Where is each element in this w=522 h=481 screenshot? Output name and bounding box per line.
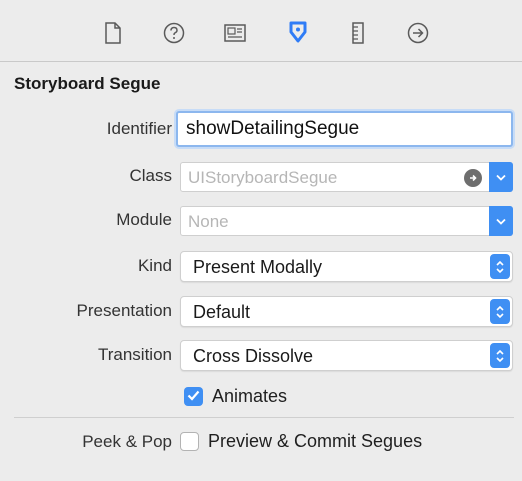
identity-inspector-tab[interactable] bbox=[221, 19, 249, 47]
identifier-label: Identifier bbox=[106, 119, 172, 138]
attributes-icon bbox=[286, 21, 310, 45]
help-icon bbox=[163, 22, 185, 44]
identifier-field[interactable]: showDetailingSegue bbox=[176, 111, 513, 147]
identity-icon bbox=[224, 24, 246, 42]
help-inspector-tab[interactable] bbox=[160, 19, 188, 47]
attributes-inspector-tab[interactable] bbox=[284, 19, 312, 47]
module-combo-box[interactable]: None bbox=[180, 206, 513, 236]
module-placeholder: None bbox=[188, 212, 229, 231]
kind-label: Kind bbox=[137, 256, 172, 275]
file-inspector-tab[interactable] bbox=[99, 19, 127, 47]
presentation-label: Presentation bbox=[76, 301, 172, 320]
module-dropdown-button[interactable] bbox=[489, 206, 513, 236]
size-ruler-icon bbox=[351, 22, 365, 44]
chevron-down-icon bbox=[496, 212, 506, 230]
module-label: Module bbox=[116, 210, 172, 229]
file-icon bbox=[104, 22, 122, 44]
kind-popup-button[interactable]: Present Modally bbox=[180, 251, 513, 282]
transition-popup-button[interactable]: Cross Dissolve bbox=[180, 340, 513, 371]
animates-label: Animates bbox=[212, 386, 288, 406]
transition-label: Transition bbox=[97, 345, 172, 364]
animates-checkbox-row[interactable]: Animates bbox=[184, 386, 287, 407]
presentation-value: Default bbox=[193, 302, 251, 322]
peek-pop-label: Peek & Pop bbox=[82, 432, 172, 451]
size-inspector-tab[interactable] bbox=[344, 19, 372, 47]
go-to-class-arrow-icon[interactable] bbox=[464, 169, 482, 187]
class-label: Class bbox=[129, 166, 172, 185]
up-down-chevron-icon bbox=[490, 343, 510, 368]
presentation-popup-button[interactable]: Default bbox=[180, 296, 513, 327]
class-dropdown-button[interactable] bbox=[489, 162, 513, 192]
section-title: Storyboard Segue bbox=[14, 74, 161, 93]
up-down-chevron-icon bbox=[490, 299, 510, 324]
class-placeholder: UIStoryboardSegue bbox=[188, 168, 338, 187]
peek-pop-checkbox-row[interactable]: Preview & Commit Segues bbox=[180, 431, 422, 452]
peek-pop-checkbox[interactable] bbox=[180, 432, 199, 451]
checkmark-icon bbox=[187, 388, 200, 406]
animates-checkbox[interactable] bbox=[184, 387, 203, 406]
inspector-tab-bar bbox=[0, 0, 522, 62]
connections-arrow-icon bbox=[407, 22, 429, 44]
divider bbox=[14, 417, 514, 418]
peek-pop-option-label: Preview & Commit Segues bbox=[208, 431, 423, 451]
transition-value: Cross Dissolve bbox=[193, 346, 314, 366]
up-down-chevron-icon bbox=[490, 254, 510, 279]
class-combo-box[interactable]: UIStoryboardSegue bbox=[180, 162, 513, 192]
kind-value: Present Modally bbox=[193, 257, 323, 277]
chevron-down-icon bbox=[496, 168, 506, 186]
connections-inspector-tab[interactable] bbox=[404, 19, 432, 47]
